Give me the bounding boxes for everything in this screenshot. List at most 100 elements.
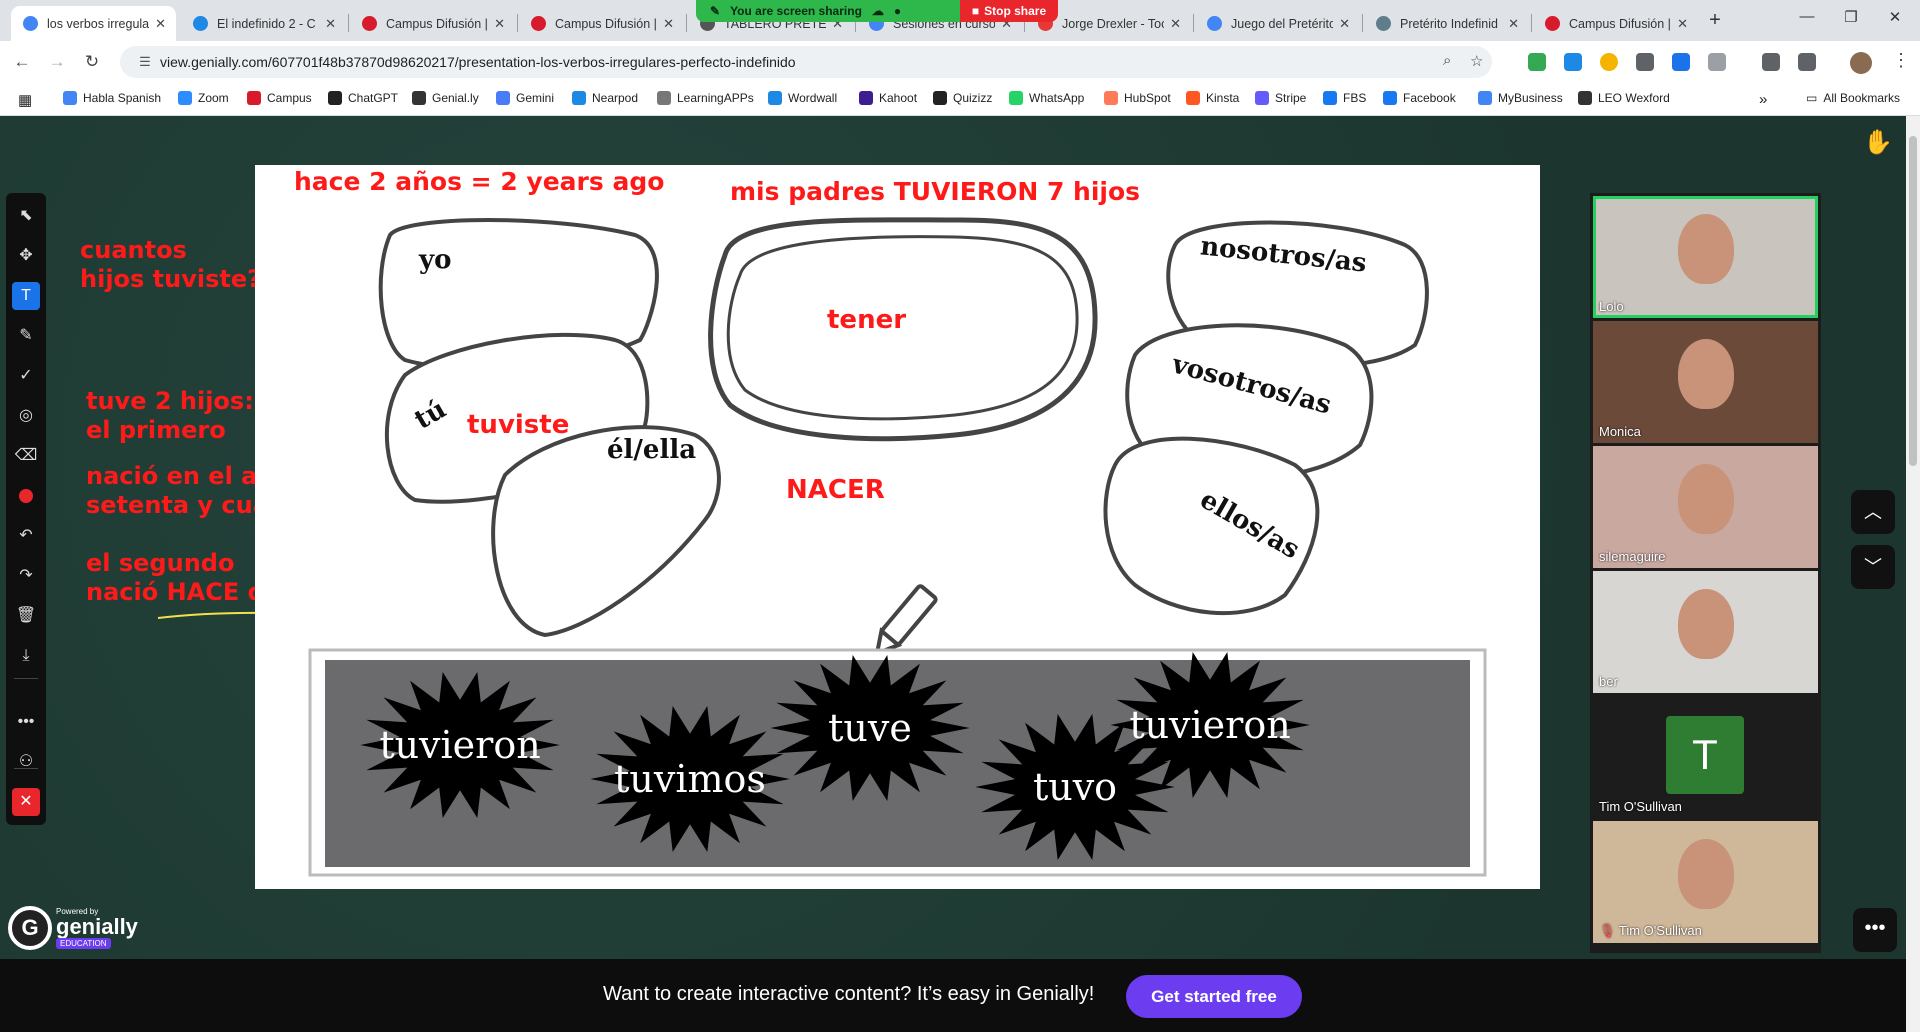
bookmark-item[interactable]: LearningAPPs [657, 91, 754, 105]
site-info-icon[interactable]: ☰ [130, 54, 160, 70]
tab-close-icon[interactable]: ✕ [1339, 16, 1350, 32]
scrollbar-thumb[interactable] [1909, 136, 1917, 466]
all-bookmarks-label: All Bookmarks [1823, 91, 1901, 105]
participant-tile[interactable]: Monica [1593, 321, 1818, 443]
download-icon[interactable]: ⤓ [12, 642, 40, 670]
pointer-icon[interactable]: ⬉ [12, 202, 40, 230]
color-dot[interactable] [12, 482, 40, 510]
eraser-icon[interactable]: ⌫ [12, 442, 40, 470]
browser-tab[interactable]: El indefinido 2 - C ✕ [181, 6, 346, 41]
scroll-down-button[interactable]: ﹀ [1851, 545, 1895, 589]
tab-close-icon[interactable]: ✕ [155, 16, 166, 32]
verb-form-card[interactable]: tuvieron [1129, 703, 1290, 747]
move-icon[interactable]: ✥ [12, 242, 40, 270]
bookmark-item[interactable]: Kinsta [1186, 91, 1239, 105]
browser-tab[interactable]: Campus Difusión | ✕ [1533, 6, 1698, 41]
browser-tab[interactable]: los verbos irregula ✕ [11, 6, 176, 41]
bookmarks-overflow-icon[interactable]: » [1759, 91, 1767, 108]
close-icon[interactable]: ✕ [12, 788, 40, 816]
pen-icon[interactable]: ✎ [12, 322, 40, 350]
bookmark-star-icon[interactable]: ☆ [1470, 52, 1483, 70]
get-started-button[interactable]: Get started free [1126, 975, 1302, 1018]
delete-icon[interactable] [1762, 53, 1780, 71]
bookmark-item[interactable]: Stripe [1255, 91, 1306, 105]
bookmark-item[interactable]: Wordwall [768, 91, 837, 105]
video-feed [1678, 589, 1734, 659]
bookmark-item[interactable]: MyBusiness [1478, 91, 1563, 105]
profile-avatar[interactable] [1850, 52, 1872, 74]
bookmark-item[interactable]: Campus [247, 91, 312, 105]
browser-tab[interactable]: Pretérito Indefinid ✕ [1364, 6, 1529, 41]
text-icon[interactable]: T [12, 282, 40, 310]
undo-icon[interactable]: ↶ [12, 522, 40, 550]
person-icon[interactable]: ⚇ [12, 748, 40, 776]
back-button[interactable]: ← [10, 50, 34, 74]
bookmark-label: WhatsApp [1029, 91, 1085, 105]
bookmark-item[interactable]: Nearpod [572, 91, 638, 105]
bookmark-item[interactable]: Genial.ly [412, 91, 479, 105]
maximize-button[interactable]: ❐ [1828, 8, 1874, 26]
zoom-icon[interactable]: ⌕ [1443, 52, 1451, 69]
browser-menu-icon[interactable]: ⋮ [1892, 50, 1910, 71]
close-window-button[interactable]: ✕ [1872, 8, 1918, 26]
raise-hand-icon[interactable]: ✋ [1862, 128, 1894, 160]
verb-form-card[interactable]: tuve [828, 706, 912, 750]
extensions-puzzle-icon[interactable] [1708, 53, 1726, 71]
tab-close-icon[interactable]: ✕ [663, 16, 674, 32]
tab-close-icon[interactable]: ✕ [1170, 16, 1181, 32]
tab-close-icon[interactable]: ✕ [1508, 16, 1519, 32]
bookmark-item[interactable]: HubSpot [1104, 91, 1171, 105]
redo-icon[interactable]: ↷ [12, 562, 40, 590]
trash-icon[interactable]: 🗑 [12, 602, 40, 630]
genially-logo-icon: G [8, 906, 52, 950]
reload-button[interactable]: ↻ [80, 50, 104, 74]
target-icon[interactable]: ◎ [12, 402, 40, 430]
trash-extension-icon[interactable] [1564, 53, 1582, 71]
bookmark-item[interactable]: LEO Wexford [1578, 91, 1670, 105]
participant-tile[interactable]: 🎙 Tim O'Sullivan [1593, 821, 1818, 943]
browser-tab[interactable]: Juego del Pretérito ✕ [1195, 6, 1360, 41]
page-scrollbar[interactable] [1906, 116, 1920, 1032]
stop-share-button[interactable]: ■ Stop share [960, 0, 1058, 22]
participant-tile[interactable]: T Tim O'Sullivan [1593, 696, 1818, 818]
slide-canvas[interactable]: hace 2 años = 2 years ago mis padres TUV… [255, 165, 1540, 889]
bookmark-item[interactable]: WhatsApp [1009, 91, 1084, 105]
all-bookmarks-button[interactable]: ▭ All Bookmarks [1806, 91, 1900, 105]
scroll-up-button[interactable]: ︿ [1851, 490, 1895, 534]
bookmark-item[interactable]: Quizizz [933, 91, 992, 105]
bookmark-item[interactable]: Gemini [496, 91, 554, 105]
tab-close-icon[interactable]: ✕ [325, 16, 336, 32]
more-options-button[interactable]: ••• [1853, 908, 1897, 952]
verb-form-card[interactable]: tuvieron [379, 723, 540, 767]
tag-extension-icon[interactable] [1672, 53, 1690, 71]
coin-extension-icon[interactable] [1600, 53, 1618, 71]
browser-tab[interactable]: Campus Difusión | ✕ [519, 6, 684, 41]
tab-close-icon[interactable]: ✕ [494, 16, 505, 32]
browser-tab[interactable]: Campus Difusión | ✕ [350, 6, 515, 41]
forward-button[interactable]: → [45, 50, 69, 74]
bookmark-item[interactable]: Habla Spanish [63, 91, 161, 105]
participant-tile[interactable]: Lolo [1593, 196, 1818, 318]
address-bar[interactable]: ☰ view.genially.com/607701f48b37870d9862… [120, 46, 1492, 78]
participant-tile[interactable]: silemaguire [1593, 446, 1818, 568]
apps-grid-icon[interactable]: ▦ [18, 91, 32, 109]
bookmark-item[interactable]: FBS [1323, 91, 1366, 105]
check-icon[interactable]: ✓ [12, 362, 40, 390]
tab-search-icon[interactable] [1798, 53, 1816, 71]
bookmark-item[interactable]: ChatGPT [328, 91, 398, 105]
minimize-button[interactable]: — [1784, 8, 1830, 25]
tab-close-icon[interactable]: ✕ [1677, 16, 1688, 32]
bookmark-item[interactable]: Zoom [178, 91, 229, 105]
new-tab-button[interactable]: + [1703, 9, 1727, 33]
code-extension-icon[interactable] [1636, 53, 1654, 71]
bookmark-label: HubSpot [1124, 91, 1171, 105]
bookmark-item[interactable]: Kahoot [859, 91, 917, 105]
verb-form-card[interactable]: tuvo [1033, 765, 1117, 809]
bookmark-icon [768, 91, 782, 105]
more-icon[interactable]: ••• [12, 708, 40, 736]
verb-form-card[interactable]: tuvimos [614, 757, 766, 801]
drive-extension-icon[interactable] [1528, 53, 1546, 71]
bookmark-item[interactable]: Facebook [1383, 91, 1456, 105]
participant-tile[interactable]: ber [1593, 571, 1818, 693]
genially-logo[interactable]: G Powered by genially EDUCATION [8, 906, 138, 950]
